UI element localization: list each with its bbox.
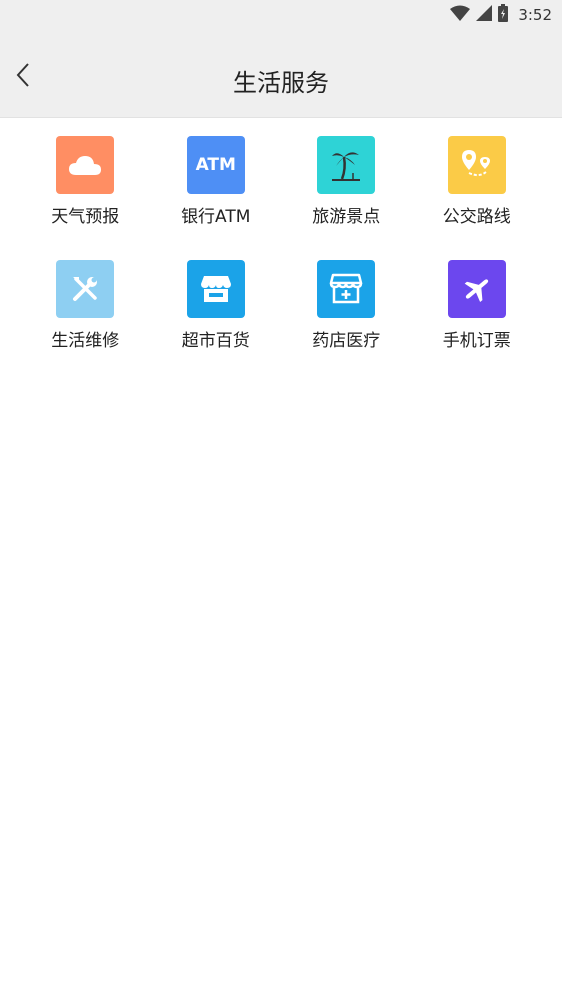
atm-icon-text: ATM bbox=[195, 155, 236, 175]
service-label: 天气预报 bbox=[51, 207, 120, 227]
service-scenic-spots[interactable]: 旅游景点 bbox=[281, 136, 412, 240]
service-pharmacy[interactable]: 药店医疗 bbox=[281, 260, 412, 364]
route-pin-icon bbox=[447, 136, 506, 194]
service-label: 旅游景点 bbox=[312, 207, 381, 227]
service-atm[interactable]: ATM 银行ATM bbox=[151, 136, 282, 240]
signal-icon bbox=[476, 5, 493, 25]
title-bar: 生活服务 bbox=[0, 30, 562, 118]
service-label: 生活维修 bbox=[51, 331, 120, 351]
service-label: 超市百货 bbox=[181, 331, 250, 351]
service-home-repair[interactable]: 生活维修 bbox=[20, 260, 151, 364]
service-label: 手机订票 bbox=[442, 331, 511, 351]
page-title: 生活服务 bbox=[233, 69, 329, 97]
airplane-icon bbox=[447, 260, 506, 318]
service-weather[interactable]: 天气预报 bbox=[20, 136, 151, 240]
service-ticket-booking[interactable]: 手机订票 bbox=[412, 260, 543, 364]
wifi-icon bbox=[450, 5, 471, 25]
service-supermarket[interactable]: 超市百货 bbox=[151, 260, 282, 364]
battery-icon bbox=[498, 4, 509, 26]
status-bar: 3:52 bbox=[0, 0, 562, 30]
pharmacy-icon bbox=[317, 260, 376, 318]
tools-icon bbox=[56, 260, 115, 318]
service-grid: 天气预报 ATM 银行ATM 旅游景点 公交路线 生活维修 超市百货 药店医疗 … bbox=[0, 118, 562, 364]
atm-icon: ATM bbox=[186, 136, 245, 194]
status-time: 3:52 bbox=[518, 6, 552, 24]
service-bus-route[interactable]: 公交路线 bbox=[412, 136, 543, 240]
service-label: 公交路线 bbox=[442, 207, 511, 227]
palm-tree-icon bbox=[317, 136, 376, 194]
storefront-icon bbox=[186, 260, 245, 318]
cloud-icon bbox=[56, 136, 115, 194]
service-label: 药店医疗 bbox=[312, 331, 381, 351]
service-label: 银行ATM bbox=[181, 207, 251, 227]
